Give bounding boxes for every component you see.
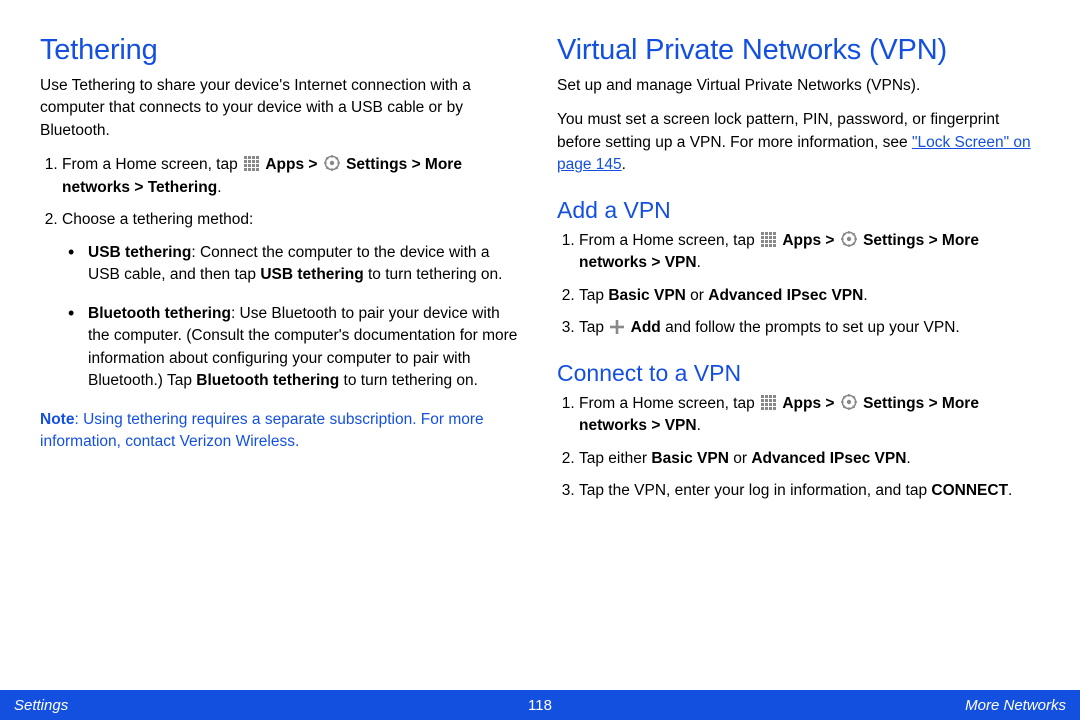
sep: > [308, 156, 321, 173]
add-vpn-step-2: Tap Basic VPN or Advanced IPsec VPN. [579, 285, 1040, 307]
apps-label: Apps [265, 156, 304, 173]
sep: > [412, 156, 425, 173]
plus-icon [610, 320, 624, 334]
apps-label: Apps [782, 395, 821, 412]
period: . [217, 179, 221, 196]
advanced-ipsec-vpn: Advanced IPsec VPN [751, 450, 906, 467]
step-text: From a Home screen, tap [62, 156, 242, 173]
vpn-heading: Virtual Private Networks (VPN) [557, 34, 1040, 67]
connect-vpn-heading: Connect to a VPN [557, 360, 1040, 387]
period: . [697, 417, 701, 434]
gear-icon [841, 231, 857, 247]
usb-tethering-item: USB tethering: Connect the computer to t… [88, 242, 523, 287]
tethering-intro: Use Tethering to share your device's Int… [40, 75, 523, 142]
add-vpn-step-3: Tap Add and follow the prompts to set up… [579, 317, 1040, 339]
add-vpn-steps: From a Home screen, tap Apps > Settings … [557, 230, 1040, 340]
footer-page-number: 118 [500, 697, 580, 714]
t: or [686, 287, 708, 304]
tethering-note: Note: Using tethering requires a separat… [40, 409, 523, 454]
tethering-heading: Tethering [40, 34, 523, 67]
add-label: Add [631, 319, 661, 336]
apps-icon [761, 395, 776, 410]
sep: > [825, 232, 838, 249]
bt-action: Bluetooth tethering [196, 372, 339, 389]
usb-action: USB tethering [260, 266, 363, 283]
bt-end: to turn tethering on. [339, 372, 478, 389]
bluetooth-tethering-item: Bluetooth tethering: Use Bluetooth to pa… [88, 303, 523, 393]
footer-left: Settings [0, 697, 500, 714]
t: Tap [579, 287, 608, 304]
manual-page: Tethering Use Tethering to share your de… [0, 0, 1080, 720]
t: Tap either [579, 450, 651, 467]
bt-label: Bluetooth tethering [88, 305, 231, 322]
footer-right: More Networks [580, 697, 1080, 714]
step-text: From a Home screen, tap [579, 395, 759, 412]
apps-icon [244, 156, 259, 171]
vpn-intro-1: Set up and manage Virtual Private Networ… [557, 75, 1040, 97]
t: and follow the prompts to set up your VP… [661, 319, 960, 336]
sep: > [825, 395, 838, 412]
t: Tap [579, 319, 608, 336]
vpn-intro-2: You must set a screen lock pattern, PIN,… [557, 109, 1040, 176]
step-text: From a Home screen, tap [579, 232, 759, 249]
right-column: Virtual Private Networks (VPN) Set up an… [557, 34, 1040, 513]
usb-label: USB tethering [88, 244, 191, 261]
t: . [1008, 482, 1012, 499]
apps-label: Apps [782, 232, 821, 249]
sep: > [929, 395, 942, 412]
tethering-step-1: From a Home screen, tap Apps > [62, 154, 523, 199]
two-column-layout: Tethering Use Tethering to share your de… [0, 0, 1080, 513]
add-vpn-heading: Add a VPN [557, 197, 1040, 224]
tethering-methods: USB tethering: Connect the computer to t… [62, 242, 523, 393]
tethering-step-2: Choose a tethering method: USB tethering… [62, 209, 523, 392]
usb-end: to turn tethering on. [364, 266, 503, 283]
note-label: Note [40, 411, 74, 428]
note-body: : Using tethering requires a separate su… [40, 411, 484, 450]
settings-label: Settings [863, 395, 924, 412]
left-column: Tethering Use Tethering to share your de… [40, 34, 523, 513]
connect-vpn-step-3: Tap the VPN, enter your log in informati… [579, 480, 1040, 502]
connect-vpn-steps: From a Home screen, tap Apps > Settings … [557, 393, 1040, 503]
connect-vpn-step-2: Tap either Basic VPN or Advanced IPsec V… [579, 448, 1040, 470]
add-vpn-step-1: From a Home screen, tap Apps > Settings … [579, 230, 1040, 275]
advanced-ipsec-vpn: Advanced IPsec VPN [708, 287, 863, 304]
gear-icon [324, 155, 340, 171]
connect-vpn-step-1: From a Home screen, tap Apps > Settings … [579, 393, 1040, 438]
apps-icon [761, 232, 776, 247]
basic-vpn: Basic VPN [651, 450, 729, 467]
t: . [906, 450, 910, 467]
step-text: Choose a tethering method: [62, 211, 253, 228]
intro2-b: . [622, 156, 626, 173]
period: . [697, 254, 701, 271]
sep: > [929, 232, 942, 249]
t: or [729, 450, 751, 467]
page-footer: Settings 118 More Networks [0, 690, 1080, 720]
gear-icon [841, 394, 857, 410]
settings-label: Settings [863, 232, 924, 249]
t: . [863, 287, 867, 304]
t: Tap the VPN, enter your log in informati… [579, 482, 931, 499]
settings-label: Settings [346, 156, 407, 173]
connect-label: CONNECT [931, 482, 1008, 499]
tethering-steps: From a Home screen, tap Apps > [40, 154, 523, 392]
basic-vpn: Basic VPN [608, 287, 686, 304]
